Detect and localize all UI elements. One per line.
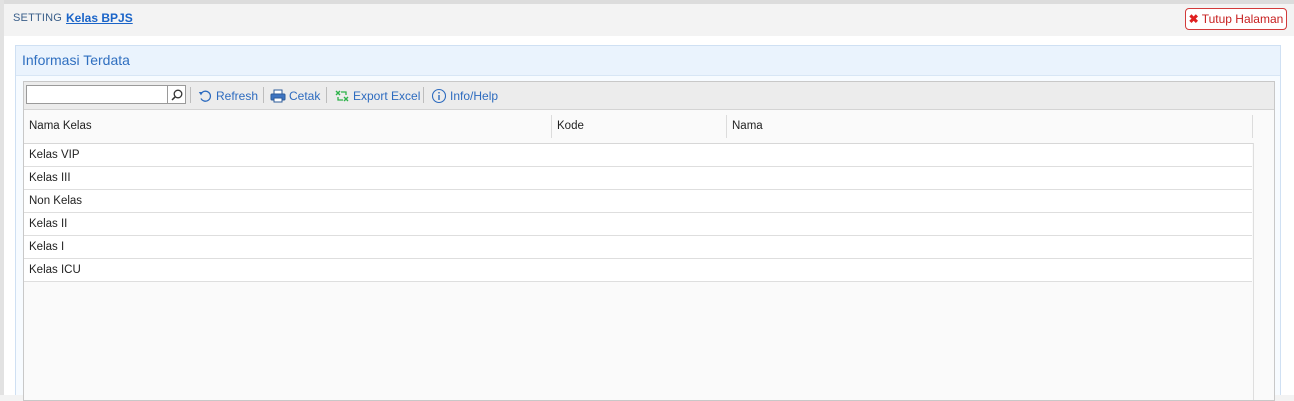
table-row[interactable]: Kelas I xyxy=(24,236,1252,259)
table-row[interactable]: Kelas III xyxy=(24,167,1252,190)
info-panel: Informasi Terdata Refresh Cetak Export E… xyxy=(15,45,1281,401)
info-icon xyxy=(431,88,447,103)
breadcrumb-section: SETTING xyxy=(13,12,63,24)
column-header-kode[interactable]: Kode xyxy=(552,110,726,143)
toolbar-separator xyxy=(190,87,191,103)
print-button[interactable]: Cetak xyxy=(270,82,320,109)
info-help-button[interactable]: Info/Help xyxy=(431,82,498,109)
refresh-button[interactable]: Refresh xyxy=(198,82,258,109)
cell-nama-kelas: Kelas VIP xyxy=(29,149,80,161)
page-header: SETTING Kelas BPJS xyxy=(4,4,1294,36)
cell-nama-kelas: Kelas II xyxy=(29,218,68,230)
cell-nama-kelas: Kelas ICU xyxy=(29,264,81,276)
column-header-nama-kelas[interactable]: Nama Kelas xyxy=(24,110,551,143)
refresh-icon xyxy=(198,90,212,102)
export-excel-button[interactable]: Export Excel xyxy=(334,82,420,109)
close-page-label: Tutup Halaman xyxy=(1201,12,1284,26)
close-page-button[interactable]: ✖ Tutup Halaman xyxy=(1185,8,1287,30)
column-divider xyxy=(1252,115,1253,138)
table-row[interactable]: Kelas ICU xyxy=(24,259,1252,282)
toolbar-separator xyxy=(423,87,424,103)
refresh-label: Refresh xyxy=(216,88,259,103)
column-header-nama[interactable]: Nama xyxy=(727,110,1252,143)
breadcrumb-current-page[interactable]: Kelas BPJS xyxy=(66,11,133,25)
cell-nama-kelas: Non Kelas xyxy=(29,195,83,207)
toolbar-separator xyxy=(326,87,327,103)
export-excel-label: Export Excel xyxy=(353,88,421,103)
table-row[interactable]: Kelas VIP xyxy=(24,144,1252,167)
grid-toolbar: Refresh Cetak Export Excel Info/Help xyxy=(24,82,1274,110)
cell-nama-kelas: Kelas I xyxy=(29,241,65,253)
cell-nama-kelas: Kelas III xyxy=(29,172,71,184)
table-header: Nama Kelas Kode Nama xyxy=(24,110,1274,144)
data-grid: Refresh Cetak Export Excel Info/Help Nam… xyxy=(23,81,1275,401)
table-row[interactable]: Non Kelas xyxy=(24,190,1252,213)
table-row[interactable]: Kelas II xyxy=(24,213,1252,236)
info-help-label: Info/Help xyxy=(450,88,499,103)
panel-title: Informasi Terdata xyxy=(16,46,1280,76)
search-input[interactable] xyxy=(26,85,186,104)
printer-icon xyxy=(270,89,286,102)
search-button[interactable] xyxy=(167,85,186,104)
print-label: Cetak xyxy=(289,88,321,103)
vertical-scrollbar[interactable] xyxy=(1253,143,1274,400)
toolbar-separator xyxy=(263,87,264,103)
close-x-icon: ✖ xyxy=(1188,12,1199,26)
excel-export-icon xyxy=(335,90,349,101)
search-icon xyxy=(170,89,182,101)
